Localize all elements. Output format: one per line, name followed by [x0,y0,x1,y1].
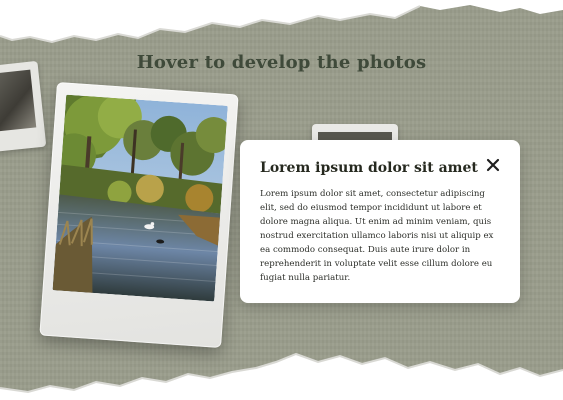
pond-photo [52,94,228,302]
page-heading: Hover to develop the photos [136,52,427,73]
polaroid-photo-card[interactable] [39,81,239,349]
background-photo-left [0,69,37,133]
modal-title: Lorem ipsum dolor sit amet [260,160,478,176]
torn-paper-bottom [0,352,563,400]
modal-body-text: Lorem ipsum dolor sit amet, consectetur … [260,189,494,283]
info-modal: Lorem ipsum dolor sit amet Lorem ipsum d… [240,140,520,303]
pond-photo-image [52,94,228,302]
torn-paper-top [0,0,563,44]
close-icon[interactable] [484,156,502,174]
